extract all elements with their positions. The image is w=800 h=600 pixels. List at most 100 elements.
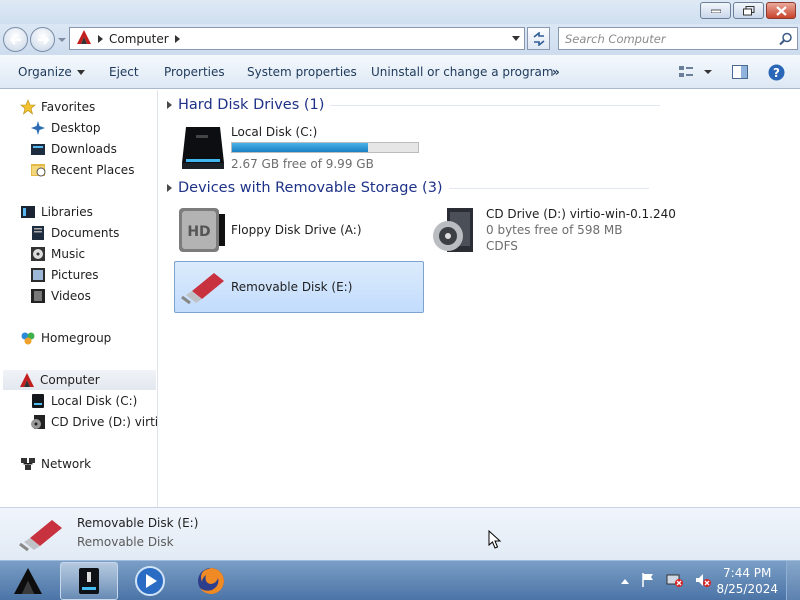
address-row: Computer [0, 24, 800, 55]
change-view-icon[interactable] [678, 64, 712, 83]
drive-name: Floppy Disk Drive (A:) [231, 223, 362, 237]
taskbar-media-player-button[interactable] [121, 562, 179, 600]
content-pane: Hard Disk Drives (1) Local Disk (C:) 2.6… [159, 90, 800, 507]
group-header-hard-disk-drives[interactable]: Hard Disk Drives (1) [167, 97, 661, 113]
floppy-drive-icon: HD [177, 206, 227, 257]
drive-tile-cd-d[interactable]: CD Drive (D:) virtio-win-0.1.240 0 bytes… [429, 204, 679, 256]
usb-drive-icon [18, 514, 66, 557]
nav-recent-places[interactable]: Recent Places [30, 160, 134, 180]
command-bar: Organize Eject Properties System propert… [0, 55, 800, 89]
drive-tile-local-disk-c[interactable]: Local Disk (C:) 2.67 GB free of 9.99 GB [174, 120, 434, 172]
clock-date: 8/25/2024 [716, 582, 778, 596]
organize-chevron-icon [76, 69, 85, 75]
computer-logo-icon [76, 29, 92, 48]
taskbar-explorer-button[interactable] [60, 562, 118, 600]
details-item-name: Removable Disk (E:) [77, 516, 199, 530]
refresh-button[interactable] [527, 27, 550, 50]
navigation-pane: Favorites Desktop Downloads Recent Place… [0, 90, 158, 507]
drive-free-space: 0 bytes free of 598 MB [486, 223, 623, 237]
nav-libraries[interactable]: Libraries [20, 202, 93, 222]
taskbar-firefox-button[interactable] [182, 562, 240, 600]
details-item-type: Removable Disk [77, 535, 174, 549]
computer-logo-icon [19, 372, 35, 388]
organize-button[interactable]: Organize [18, 65, 85, 79]
clock[interactable]: 7:44 PM 8/25/2024 [716, 565, 778, 597]
drive-tile-floppy-a[interactable]: HD Floppy Disk Drive (A:) [174, 204, 424, 256]
nav-cd-drive[interactable]: CD Drive (D:) virtio-win-0.1.240 [30, 412, 157, 432]
action-center-flag-icon[interactable] [640, 572, 656, 591]
show-desktop-button[interactable] [786, 561, 800, 600]
hard-drive-icon [79, 568, 99, 594]
media-player-icon [135, 566, 165, 596]
details-pane: Removable Disk (E:) Removable Disk [0, 507, 800, 560]
group-divider [448, 187, 649, 189]
firefox-icon [198, 568, 224, 594]
preview-pane-icon[interactable] [732, 64, 749, 83]
nav-network[interactable]: Network [20, 454, 91, 474]
help-icon[interactable]: ? [768, 64, 785, 84]
uninstall-program-button[interactable]: Uninstall or change a program [371, 65, 554, 79]
window-controls [700, 2, 796, 19]
network-status-icon[interactable] [666, 572, 684, 591]
nav-homegroup[interactable]: Homegroup [20, 328, 111, 348]
nav-pictures[interactable]: Pictures [30, 265, 99, 285]
drive-tile-removable-e[interactable]: Removable Disk (E:) [174, 261, 424, 313]
address-dropdown-icon[interactable] [512, 36, 520, 41]
star-icon [20, 99, 36, 115]
downloads-icon [30, 141, 46, 157]
nav-computer[interactable]: Computer [3, 370, 156, 390]
mouse-cursor-icon [488, 529, 502, 553]
drive-name: Removable Disk (E:) [231, 280, 353, 294]
libraries-icon [20, 204, 36, 220]
recent-places-icon [30, 162, 46, 178]
nav-desktop[interactable]: Desktop [30, 118, 101, 138]
desktop-icon [30, 120, 46, 136]
nav-downloads[interactable]: Downloads [30, 139, 117, 159]
start-logo-icon [14, 568, 42, 594]
search-icon[interactable] [779, 32, 793, 49]
group-divider [330, 104, 661, 106]
breadcrumb-chevron-icon[interactable] [174, 34, 180, 43]
forward-button[interactable] [30, 27, 55, 52]
nav-local-disk[interactable]: Local Disk (C:) [30, 391, 137, 411]
system-properties-button[interactable]: System properties [247, 65, 357, 79]
eject-button[interactable]: Eject [109, 65, 139, 79]
videos-icon [30, 288, 46, 304]
group-header-removable-storage[interactable]: Devices with Removable Storage (3) [167, 180, 649, 196]
breadcrumb-chevron-icon[interactable] [98, 34, 103, 43]
title-bar [0, 0, 800, 24]
start-button[interactable] [2, 562, 54, 600]
address-bar[interactable]: Computer [69, 27, 525, 50]
back-button[interactable] [3, 27, 28, 52]
nav-favorites[interactable]: Favorites [20, 97, 95, 117]
drive-name: Local Disk (C:) [231, 125, 318, 139]
group-collapse-icon[interactable] [167, 184, 172, 192]
network-icon [20, 456, 36, 472]
hard-drive-icon [30, 393, 46, 409]
minimize-button[interactable] [700, 2, 731, 19]
more-commands-button[interactable]: » [552, 65, 560, 79]
music-icon [30, 246, 46, 262]
show-hidden-icons-chevron-icon[interactable] [620, 574, 630, 588]
nav-music[interactable]: Music [30, 244, 85, 264]
clock-time: 7:44 PM [723, 566, 772, 580]
system-tray [620, 561, 712, 600]
disk-usage-fill [232, 143, 368, 152]
breadcrumb-computer[interactable]: Computer [109, 32, 169, 46]
close-button[interactable] [766, 2, 796, 19]
group-collapse-icon[interactable] [167, 101, 172, 109]
properties-button[interactable]: Properties [164, 65, 225, 79]
pictures-icon [30, 267, 46, 283]
restore-button[interactable] [733, 2, 764, 19]
recent-pages-chevron-icon[interactable] [58, 34, 66, 44]
drive-name: CD Drive (D:) virtio-win-0.1.240 [486, 207, 676, 221]
usb-drive-icon [178, 265, 226, 312]
nav-videos[interactable]: Videos [30, 286, 91, 306]
drive-file-system: CDFS [486, 239, 518, 253]
search-input[interactable] [559, 28, 769, 49]
nav-documents[interactable]: Documents [30, 223, 119, 243]
svg-text:?: ? [773, 66, 780, 80]
svg-text:HD: HD [187, 224, 210, 240]
search-box[interactable] [558, 27, 798, 50]
volume-muted-icon[interactable] [694, 572, 712, 591]
